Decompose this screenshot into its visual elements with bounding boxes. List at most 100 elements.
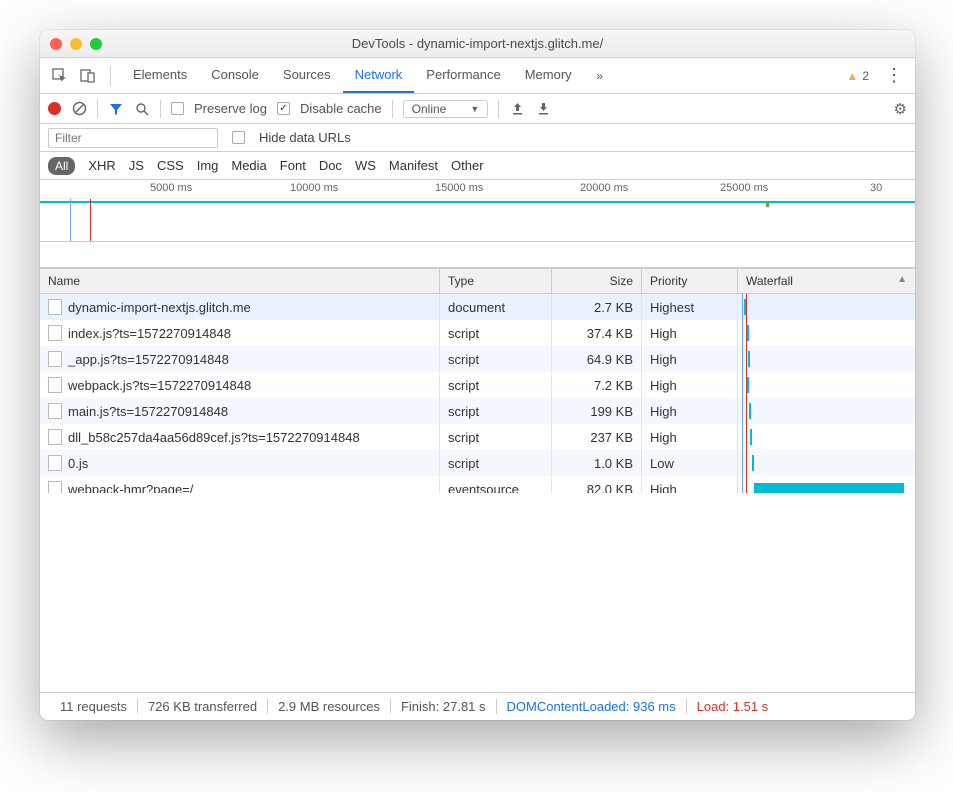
col-size[interactable]: Size [552, 269, 642, 293]
type-filter-media[interactable]: Media [231, 158, 266, 173]
type-filter-manifest[interactable]: Manifest [389, 158, 438, 173]
request-row[interactable]: _app.js?ts=1572270914848script64.9 KBHig… [40, 346, 915, 372]
status-transferred: 726 KB transferred [138, 699, 268, 714]
inspect-icon[interactable] [48, 64, 72, 88]
col-name[interactable]: Name [40, 269, 440, 293]
request-waterfall [738, 424, 915, 450]
settings-icon[interactable]: ⚙ [894, 100, 907, 118]
request-row[interactable]: webpack.js?ts=1572270914848script7.2 KBH… [40, 372, 915, 398]
type-filter-all[interactable]: All [48, 157, 75, 175]
upload-har-icon[interactable] [509, 101, 525, 117]
timeline-label: 5000 ms [150, 182, 192, 194]
timeline-label: 15000 ms [435, 182, 483, 194]
request-row[interactable]: dynamic-import-nextjs.glitch.medocument2… [40, 294, 915, 320]
clear-icon[interactable] [71, 101, 87, 117]
device-toggle-icon[interactable] [76, 64, 100, 88]
devtools-window: DevTools - dynamic-import-nextjs.glitch.… [40, 30, 915, 720]
type-filter-doc[interactable]: Doc [319, 158, 342, 173]
request-name: 0.js [68, 456, 88, 471]
request-waterfall [738, 398, 915, 424]
maximize-button[interactable] [90, 38, 102, 50]
tab-network[interactable]: Network [343, 58, 415, 93]
filter-input[interactable] [48, 128, 218, 148]
request-type: script [440, 398, 552, 424]
timeline-label: 10000 ms [290, 182, 338, 194]
preserve-log-checkbox[interactable] [171, 102, 184, 115]
type-filter-img[interactable]: Img [197, 158, 219, 173]
request-type: script [440, 424, 552, 450]
timeline-gap [40, 242, 915, 268]
file-icon [48, 403, 62, 419]
minimize-button[interactable] [70, 38, 82, 50]
disable-cache-checkbox[interactable]: ✓ [277, 102, 290, 115]
type-filter-font[interactable]: Font [280, 158, 306, 173]
request-row[interactable]: index.js?ts=1572270914848script37.4 KBHi… [40, 320, 915, 346]
request-size: 237 KB [552, 424, 642, 450]
type-filter-ws[interactable]: WS [355, 158, 376, 173]
request-priority: Low [642, 450, 738, 476]
col-priority[interactable]: Priority [642, 269, 738, 293]
status-load: Load: 1.51 s [687, 699, 779, 714]
request-row[interactable]: 0.jsscript1.0 KBLow [40, 450, 915, 476]
kebab-menu-icon[interactable]: ⋮ [881, 65, 907, 86]
request-size: 82.0 KB [552, 476, 642, 493]
sort-indicator-icon: ▲ [897, 274, 907, 285]
timeline-label: 25000 ms [720, 182, 768, 194]
request-row[interactable]: dll_b58c257da4aa56d89cef.js?ts=157227091… [40, 424, 915, 450]
type-filter-css[interactable]: CSS [157, 158, 184, 173]
timeline-overview[interactable]: 5000 ms10000 ms15000 ms20000 ms25000 ms3… [40, 180, 915, 242]
request-row[interactable]: webpack-hmr?page=/eventsource82.0 KBHigh [40, 476, 915, 493]
request-waterfall [738, 346, 915, 372]
request-type: script [440, 450, 552, 476]
type-filter-other[interactable]: Other [451, 158, 484, 173]
request-name: index.js?ts=1572270914848 [68, 326, 231, 341]
file-icon [48, 481, 62, 493]
type-filter-js[interactable]: JS [129, 158, 144, 173]
more-tabs-button[interactable]: » [588, 64, 612, 88]
request-waterfall [738, 294, 915, 320]
file-icon [48, 299, 62, 315]
tab-sources[interactable]: Sources [271, 58, 343, 93]
download-har-icon[interactable] [535, 101, 551, 117]
tab-elements[interactable]: Elements [121, 58, 199, 93]
status-dcl: DOMContentLoaded: 936 ms [497, 699, 687, 714]
request-type: script [440, 320, 552, 346]
warnings-badge[interactable]: ▲ 2 [846, 69, 869, 83]
request-size: 64.9 KB [552, 346, 642, 372]
tab-console[interactable]: Console [199, 58, 271, 93]
status-requests: 11 requests [50, 699, 138, 714]
filter-row: Hide data URLs [40, 124, 915, 152]
col-type[interactable]: Type [440, 269, 552, 293]
search-icon[interactable] [134, 101, 150, 117]
request-name: webpack.js?ts=1572270914848 [68, 378, 251, 393]
type-filter-xhr[interactable]: XHR [88, 158, 115, 173]
close-button[interactable] [50, 38, 62, 50]
request-priority: High [642, 398, 738, 424]
request-size: 2.7 KB [552, 294, 642, 320]
record-button[interactable] [48, 102, 61, 115]
request-priority: High [642, 424, 738, 450]
tab-memory[interactable]: Memory [513, 58, 584, 93]
tab-bar: ElementsConsoleSourcesNetworkPerformance… [40, 58, 915, 94]
titlebar: DevTools - dynamic-import-nextjs.glitch.… [40, 30, 915, 58]
request-type: document [440, 294, 552, 320]
request-name: dll_b58c257da4aa56d89cef.js?ts=157227091… [68, 430, 360, 445]
request-priority: High [642, 346, 738, 372]
file-icon [48, 455, 62, 471]
hide-data-urls-checkbox[interactable] [232, 131, 245, 144]
filter-icon[interactable] [108, 101, 124, 117]
throttling-select[interactable]: Online ▼ [403, 100, 489, 118]
col-waterfall[interactable]: Waterfall▲ [738, 269, 915, 293]
traffic-lights [50, 38, 102, 50]
status-resources: 2.9 MB resources [268, 699, 391, 714]
request-size: 37.4 KB [552, 320, 642, 346]
request-priority: High [642, 476, 738, 493]
status-bar: 11 requests 726 KB transferred 2.9 MB re… [40, 692, 915, 720]
tab-performance[interactable]: Performance [414, 58, 512, 93]
request-priority: Highest [642, 294, 738, 320]
request-name: main.js?ts=1572270914848 [68, 404, 228, 419]
timeline-label: 30 [870, 182, 882, 194]
request-type: eventsource [440, 476, 552, 493]
request-row[interactable]: main.js?ts=1572270914848script199 KBHigh [40, 398, 915, 424]
disable-cache-label: Disable cache [300, 101, 382, 116]
